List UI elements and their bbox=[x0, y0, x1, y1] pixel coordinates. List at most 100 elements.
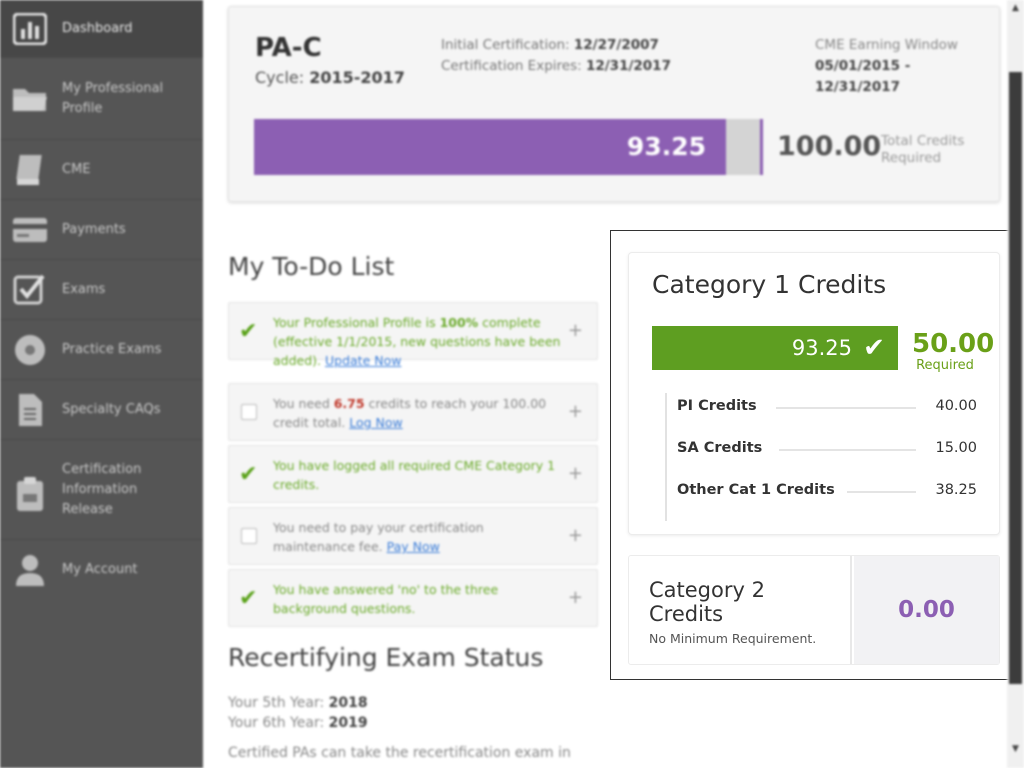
expand-plus-icon[interactable]: + bbox=[568, 589, 583, 607]
sidebar-item-specialty-caqs[interactable]: Specialty CAQs bbox=[0, 380, 203, 440]
todo-item-background: ✔ You have answered 'no' to the three ba… bbox=[228, 569, 598, 627]
certification-dates: Initial Certification: 12/27/2007 Certif… bbox=[441, 35, 671, 77]
category2-value-box: 0.00 bbox=[854, 556, 999, 664]
scroll-down-arrow-icon[interactable]: ▼ bbox=[1010, 744, 1021, 755]
user-icon bbox=[12, 552, 48, 588]
todo-text-part: Your Professional Profile is bbox=[273, 315, 440, 330]
todo-text: You have logged all required CME Categor… bbox=[273, 458, 556, 492]
credit-row-sa: SA Credits 15.00 bbox=[677, 440, 977, 460]
fifth-year-line: Your 5th Year: 2018 bbox=[228, 695, 368, 711]
todo-list-title: My To-Do List bbox=[228, 252, 395, 281]
total-credits-progress-bar: 93.25 bbox=[254, 119, 763, 175]
cycle-value: 2015-2017 bbox=[309, 68, 405, 87]
expand-plus-icon[interactable]: + bbox=[568, 527, 583, 545]
category1-earned-value: 93.25 bbox=[791, 336, 852, 360]
book-icon bbox=[12, 152, 48, 188]
sidebar-item-label: Specialty CAQs bbox=[62, 402, 161, 417]
todo-text: You need 6.75 credits to reach your 100.… bbox=[273, 394, 563, 432]
sidebar-item-label: Dashboard bbox=[62, 21, 133, 36]
credit-value: 38.25 bbox=[935, 482, 977, 498]
sidebar-item-payments[interactable]: Payments bbox=[0, 200, 203, 260]
category2-value: 0.00 bbox=[898, 597, 955, 623]
unchecked-box-icon bbox=[241, 404, 257, 420]
expand-plus-icon[interactable]: + bbox=[568, 465, 583, 483]
sidebar-item-practice-exams[interactable]: Practice Exams bbox=[0, 320, 203, 380]
check-icon: ✔ bbox=[239, 462, 258, 487]
progress-value: 93.25 bbox=[626, 132, 706, 161]
clipboard-icon bbox=[12, 476, 48, 512]
sidebar-item-dashboard[interactable]: Dashboard bbox=[0, 0, 203, 58]
category1-breakdown: PI Credits 40.00 SA Credits 15.00 Other … bbox=[665, 393, 977, 521]
todo-text-part: You need bbox=[273, 396, 334, 411]
sidebar-item-label: Certification Information Release bbox=[62, 462, 142, 517]
check-icon: ✔ bbox=[239, 319, 258, 344]
fifth-year-label: Your 5th Year: bbox=[228, 695, 325, 711]
total-credits-label: Total Credits Required bbox=[881, 133, 965, 166]
sidebar-item-my-account[interactable]: My Account bbox=[0, 540, 203, 600]
sidebar-item-label: CME bbox=[62, 162, 91, 177]
todo-text: You need to pay your certification maint… bbox=[273, 518, 563, 556]
sidebar-item-label: My Account bbox=[62, 562, 138, 577]
sidebar-item-cme[interactable]: CME bbox=[0, 140, 203, 200]
pay-now-link[interactable]: Pay Now bbox=[387, 539, 440, 554]
todo-item-category1: ✔ You have logged all required CME Categ… bbox=[228, 445, 598, 503]
credit-value: 40.00 bbox=[935, 398, 977, 414]
category1-required-value: 50.00 bbox=[912, 329, 995, 359]
folder-icon bbox=[12, 81, 48, 117]
divider bbox=[776, 407, 916, 409]
sidebar-item-label: Exams bbox=[62, 282, 106, 297]
divider bbox=[779, 449, 916, 451]
credit-label: SA Credits bbox=[677, 440, 763, 456]
todo-item-credits: You need 6.75 credits to reach your 100.… bbox=[228, 383, 598, 441]
credit-row-other: Other Cat 1 Credits 38.25 bbox=[677, 482, 977, 502]
sidebar-item-exams[interactable]: Exams bbox=[0, 260, 203, 320]
checkbox-icon bbox=[12, 272, 48, 308]
check-icon: ✔ bbox=[863, 333, 885, 363]
expand-plus-icon[interactable]: + bbox=[568, 403, 583, 421]
cycle-label: Cycle: bbox=[255, 68, 305, 87]
todo-item-fee: You need to pay your certification maint… bbox=[228, 507, 598, 565]
exam-note: Certified PAs can take the recertificati… bbox=[228, 745, 571, 761]
credit-label: Other Cat 1 Credits bbox=[677, 482, 835, 498]
certification-summary-card: PA-C Cycle: 2015-2017 Initial Certificat… bbox=[228, 6, 1000, 202]
category2-credits-card: Category 2 Credits No Minimum Requiremen… bbox=[628, 555, 1000, 665]
log-now-link[interactable]: Log Now bbox=[349, 415, 403, 430]
update-now-link[interactable]: Update Now bbox=[325, 353, 401, 368]
category2-subtitle: No Minimum Requirement. bbox=[649, 631, 817, 646]
credit-label: PI Credits bbox=[677, 398, 757, 414]
sixth-year-line: Your 6th Year: 2019 bbox=[228, 715, 368, 731]
certification-title: PA-C bbox=[255, 33, 322, 63]
category1-credits-card: Category 1 Credits 93.25 ✔ 50.00 Require… bbox=[628, 252, 1000, 535]
todo-text-part: You need to pay your certification maint… bbox=[273, 520, 484, 554]
category2-info: Category 2 Credits No Minimum Requiremen… bbox=[629, 556, 852, 664]
exam-status-title: Recertifying Exam Status bbox=[228, 643, 544, 672]
certification-expires-value: 12/31/2017 bbox=[585, 58, 671, 74]
sixth-year-value: 2019 bbox=[328, 715, 368, 731]
scrollbar-thumb[interactable] bbox=[1009, 72, 1022, 684]
check-icon: ✔ bbox=[239, 586, 258, 611]
todo-bold: 100% bbox=[439, 315, 479, 330]
todo-text: You have answered 'no' to the three back… bbox=[273, 582, 499, 616]
scroll-up-arrow-icon[interactable]: ▲ bbox=[1010, 3, 1021, 14]
document-icon bbox=[12, 392, 48, 428]
vertical-scrollbar[interactable]: ▲ ▼ bbox=[1007, 0, 1024, 768]
category1-required: 50.00 Required bbox=[912, 329, 995, 373]
sixth-year-label: Your 6th Year: bbox=[228, 715, 325, 731]
category2-title: Category 2 Credits bbox=[649, 578, 765, 626]
cme-window-label: CME Earning Window bbox=[815, 37, 958, 53]
sidebar-item-label: Payments bbox=[62, 222, 126, 237]
todo-item-profile: ✔ Your Professional Profile is 100% comp… bbox=[228, 302, 598, 368]
category1-required-label: Required bbox=[916, 358, 974, 373]
cme-earning-window: CME Earning Window 05/01/2015 - 12/31/20… bbox=[815, 35, 958, 98]
cycle-info: Cycle: 2015-2017 bbox=[255, 68, 405, 87]
unchecked-box-icon bbox=[241, 528, 257, 544]
sidebar-item-label: My Professional Profile bbox=[62, 81, 164, 116]
category1-title: Category 1 Credits bbox=[652, 270, 887, 299]
sidebar-item-certification-release[interactable]: Certification Information Release bbox=[0, 440, 203, 540]
sidebar-item-profile[interactable]: My Professional Profile bbox=[0, 58, 203, 140]
initial-certification-value: 12/27/2007 bbox=[573, 37, 659, 53]
sidebar-item-label: Practice Exams bbox=[62, 342, 162, 357]
expand-plus-icon[interactable]: + bbox=[568, 322, 583, 340]
cme-window-start: 05/01/2015 - bbox=[815, 58, 911, 74]
fifth-year-value: 2018 bbox=[328, 695, 368, 711]
